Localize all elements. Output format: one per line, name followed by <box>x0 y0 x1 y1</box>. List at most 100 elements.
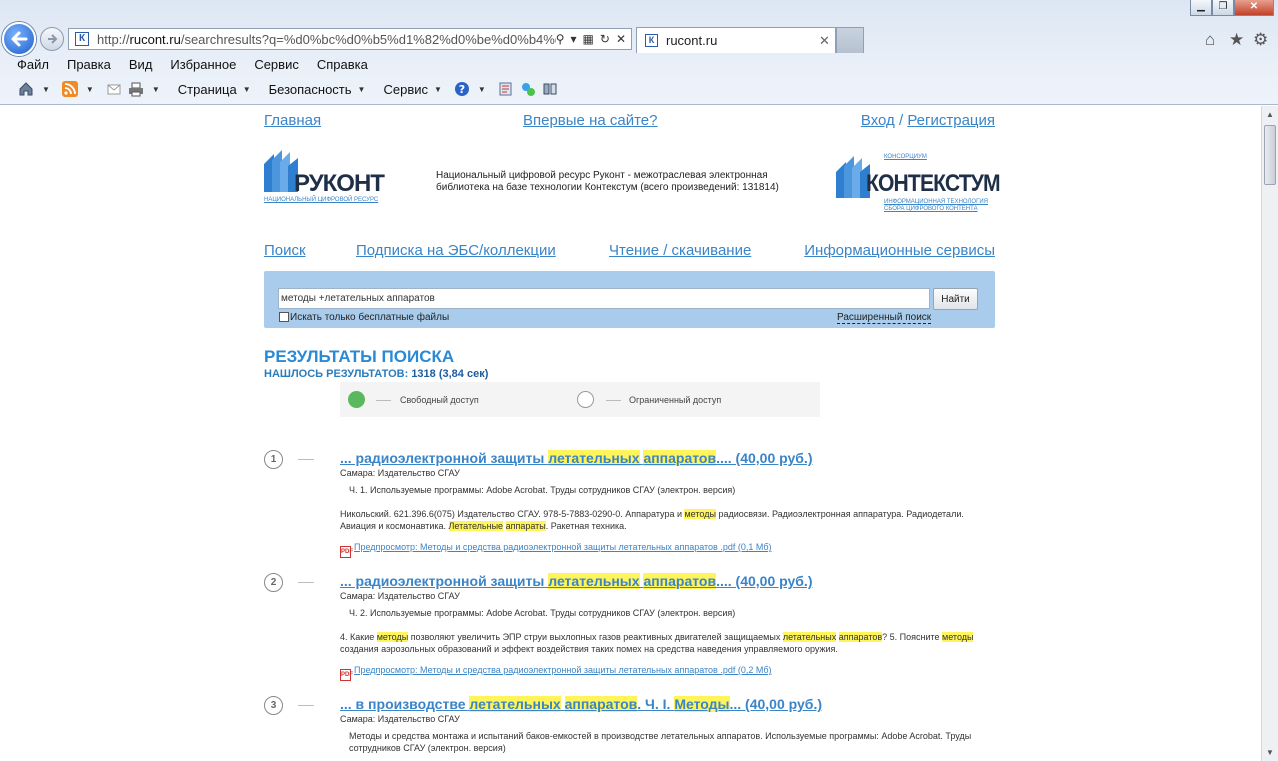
help-icon[interactable]: ? <box>454 81 470 97</box>
result-preview-link[interactable]: PDFПредпросмотр: Методы и средства радио… <box>340 542 772 558</box>
safety-menu[interactable]: Безопасность <box>269 82 352 97</box>
home-icon[interactable] <box>18 81 34 97</box>
scrollbar-thumb[interactable] <box>1264 125 1276 185</box>
search-button[interactable]: Найти <box>933 288 978 310</box>
limited-access-dot-icon <box>577 391 594 408</box>
browser-chrome: ▁ ❐ ✕ К http://rucont.ru/searchresults?q… <box>0 0 1278 105</box>
feed-dropdown-icon[interactable]: ▼ <box>86 85 94 94</box>
rucont-logo-name: РУКОНТ <box>294 170 385 197</box>
scroll-up-arrow-icon[interactable]: ▲ <box>1262 106 1278 123</box>
address-bar[interactable]: К http://rucont.ru/searchresults?q=%d0%b… <box>68 28 632 50</box>
dropdown-arrow-icon[interactable]: ▾ <box>571 32 577 46</box>
maximize-button[interactable]: ❐ <box>1212 0 1234 16</box>
nav-search[interactable]: Поиск <box>264 242 306 259</box>
search-icon[interactable]: ⚲ <box>556 32 565 46</box>
menu-view[interactable]: Вид <box>120 57 162 72</box>
print-dropdown-icon[interactable]: ▼ <box>152 85 160 94</box>
toolbar-extension-icon[interactable] <box>542 81 558 97</box>
kontextum-logo-subtitle: ИНФОРМАЦИОННАЯ ТЕХНОЛОГИЯ СБОРА ЦИФРОВОГ… <box>884 199 988 212</box>
close-window-button[interactable]: ✕ <box>1234 0 1274 16</box>
result-description: Ч. 1. Используемые программы: Adobe Acro… <box>349 485 736 495</box>
legend-dash <box>606 400 621 401</box>
search-term-highlight: методы <box>942 632 974 642</box>
result-snippet: 4. Какие методы позволяют увеличить ЭПР … <box>340 632 974 654</box>
nav-info-services[interactable]: Информационные сервисы <box>804 242 995 259</box>
result-title-link[interactable]: ... радиоэлектронной защиты летательных … <box>340 450 812 466</box>
search-panel: Найти Искать только бесплатные файлы Рас… <box>264 271 995 328</box>
kontextum-logo-prefix: КОНСОРЦИУМ <box>884 154 927 160</box>
forward-button[interactable] <box>40 27 64 51</box>
kontextum-logo[interactable]: КОНСОРЦИУМ КОНТЕКСТУМ ИНФОРМАЦИОННАЯ ТЕХ… <box>836 150 1001 214</box>
pdf-icon: PDF <box>340 546 353 558</box>
research-icon[interactable] <box>498 81 514 97</box>
menu-help[interactable]: Справка <box>308 57 377 72</box>
free-only-label: Искать только бесплатные файлы <box>290 312 450 323</box>
tools-dropdown-icon[interactable]: ▼ <box>434 85 442 94</box>
menu-file[interactable]: Файл <box>8 57 58 72</box>
legend-dash <box>376 400 391 401</box>
first-visit-link[interactable]: Впервые на сайте? <box>523 112 657 129</box>
result-dash <box>298 459 314 460</box>
gear-icon[interactable]: ⚙ <box>1253 30 1268 50</box>
read-mail-icon[interactable] <box>106 81 122 97</box>
free-only-checkbox[interactable] <box>279 312 289 322</box>
rucont-logo[interactable]: РУКОНТ НАЦИОНАЛЬНЫЙ ЦИФРОВОЙ РЕСУРС <box>264 150 394 206</box>
home-icon[interactable]: ⌂ <box>1205 30 1215 50</box>
results-count-label: НАШЛОСЬ РЕЗУЛЬТАТОВ: <box>264 368 409 380</box>
new-tab-button[interactable] <box>836 27 864 53</box>
menu-edit[interactable]: Правка <box>58 57 120 72</box>
page-dropdown-icon[interactable]: ▼ <box>243 85 251 94</box>
search-term-highlight: летательных <box>548 573 640 589</box>
url-text[interactable]: http://rucont.ru/searchresults?q=%d0%bc%… <box>97 32 556 47</box>
window-controls: ▁ ❐ ✕ <box>1190 0 1274 16</box>
command-bar: ▼ ▼ ▼ Страница ▼ Безопасность ▼ Сервис ▼… <box>16 81 560 97</box>
rss-feed-icon[interactable] <box>61 81 78 97</box>
result-publisher: Самара: Издательство СГАУ <box>340 714 460 724</box>
home-dropdown-icon[interactable]: ▼ <box>42 85 50 94</box>
site-tagline: Национальный цифровой ресурс Руконт - ме… <box>436 170 779 193</box>
print-icon[interactable] <box>128 81 144 97</box>
help-dropdown-icon[interactable]: ▼ <box>478 85 486 94</box>
menu-favorites[interactable]: Избранное <box>161 57 245 72</box>
nav-subscription[interactable]: Подписка на ЭБС/коллекции <box>356 242 556 259</box>
vertical-scrollbar[interactable]: ▲ ▼ <box>1261 106 1278 761</box>
result-publisher: Самара: Издательство СГАУ <box>340 468 460 478</box>
compatibility-view-icon[interactable]: ▦ <box>583 32 594 46</box>
search-term-highlight: аппаратов <box>564 696 638 712</box>
refresh-icon[interactable]: ↻ <box>600 32 610 46</box>
result-snippet: Никольский. 621.396.6(075) Издательство … <box>340 509 964 531</box>
access-legend: Свободный доступ Ограниченный доступ <box>340 382 820 417</box>
register-link[interactable]: Регистрация <box>907 112 995 129</box>
results-count: НАШЛОСЬ РЕЗУЛЬТАТОВ: 1318 (3,84 сек) <box>264 368 488 380</box>
result-title-link[interactable]: ... радиоэлектронной защиты летательных … <box>340 573 812 589</box>
back-button[interactable] <box>2 22 36 56</box>
result-number: 2 <box>264 573 283 592</box>
search-term-highlight: аппаратов <box>643 450 717 466</box>
safety-dropdown-icon[interactable]: ▼ <box>358 85 366 94</box>
search-input[interactable] <box>278 288 930 309</box>
page-menu[interactable]: Страница <box>178 82 237 97</box>
search-term-highlight: Методы <box>674 696 730 712</box>
advanced-search-link[interactable]: Расширенный поиск <box>837 312 932 324</box>
browser-tab[interactable]: К rucont.ru ✕ <box>636 27 836 53</box>
home-link[interactable]: Главная <box>264 112 321 129</box>
result-dash <box>298 582 314 583</box>
free-access-dot-icon <box>348 391 365 408</box>
auth-separator: / <box>898 112 904 129</box>
result-title-link[interactable]: ... в производстве летательных аппаратов… <box>340 696 822 712</box>
scroll-down-arrow-icon[interactable]: ▼ <box>1262 744 1278 761</box>
result-preview-link[interactable]: PDFПредпросмотр: Методы и средства радио… <box>340 665 772 681</box>
tools-menu[interactable]: Сервис <box>383 82 428 97</box>
stop-icon[interactable]: ✕ <box>616 32 626 46</box>
minimize-button[interactable]: ▁ <box>1190 0 1212 16</box>
menu-tools[interactable]: Сервис <box>245 57 308 72</box>
nav-reading[interactable]: Чтение / скачивание <box>609 242 751 259</box>
search-term-highlight: методы <box>684 509 716 519</box>
login-link[interactable]: Вход <box>861 112 895 129</box>
free-access-label: Свободный доступ <box>400 395 479 405</box>
result-dash <box>298 705 314 706</box>
messenger-icon[interactable] <box>520 81 536 97</box>
back-arrow-icon <box>11 31 28 47</box>
favorites-star-icon[interactable]: ★ <box>1229 30 1244 50</box>
tab-close-icon[interactable]: ✕ <box>819 33 835 49</box>
